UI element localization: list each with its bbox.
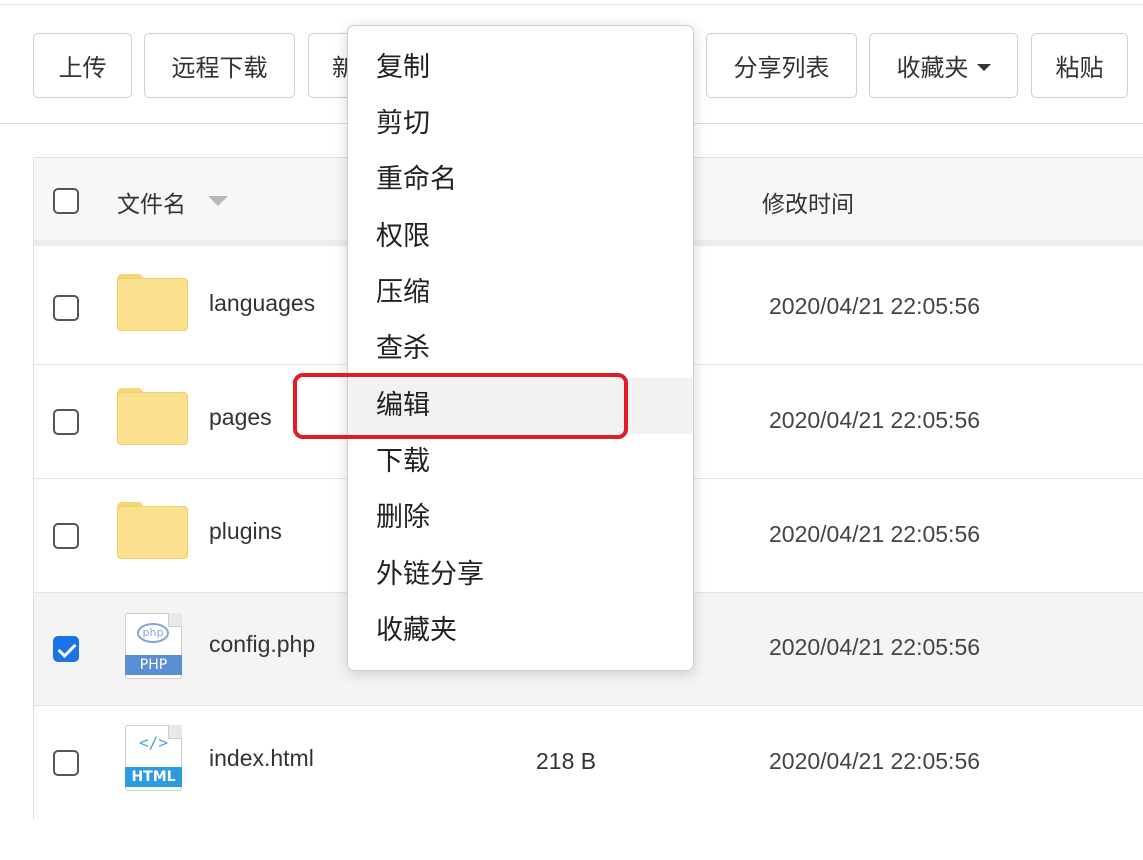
html-file-icon: </> HTML: [125, 725, 182, 791]
folder-icon: [117, 502, 188, 559]
menu-item-delete[interactable]: 删除: [348, 490, 693, 546]
folder-icon: [117, 274, 188, 331]
menu-item-scan[interactable]: 查杀: [348, 321, 693, 377]
modified-time: 2020/04/21 22:05:56: [769, 407, 981, 433]
menu-item-rename[interactable]: 重命名: [348, 152, 693, 208]
favorites-label: 收藏夹: [896, 54, 969, 82]
column-header-name[interactable]: 文件名: [117, 185, 186, 219]
folder-icon: [117, 388, 188, 445]
modified-time: 2020/04/21 22:05:56: [769, 293, 981, 319]
remote-download-button[interactable]: 远程下载: [144, 33, 295, 98]
context-menu: 复制 剪切 重命名 权限 压缩 查杀 编辑 下载 删除 外链分享 收藏夹: [347, 25, 694, 671]
menu-item-copy[interactable]: 复制: [348, 40, 693, 96]
row-checkbox[interactable]: [53, 295, 79, 321]
menu-item-download[interactable]: 下载: [348, 434, 693, 490]
modified-time: 2020/04/21 22:05:56: [769, 748, 981, 774]
menu-item-compress[interactable]: 压缩: [348, 265, 693, 321]
file-name[interactable]: config.php: [209, 631, 315, 658]
menu-item-external-share[interactable]: 外链分享: [348, 547, 693, 603]
select-all-checkbox[interactable]: [53, 188, 79, 214]
menu-item-cut[interactable]: 剪切: [348, 96, 693, 152]
share-list-button[interactable]: 分享列表: [706, 33, 857, 98]
menu-item-favorites[interactable]: 收藏夹: [348, 603, 693, 659]
php-file-icon: php PHP: [125, 613, 182, 679]
file-name[interactable]: plugins: [209, 518, 282, 545]
top-divider: [0, 4, 1143, 5]
table-row[interactable]: </> HTML index.html 218 B 2020/04/21 22:…: [34, 707, 1143, 820]
row-checkbox[interactable]: [53, 750, 79, 776]
file-name[interactable]: pages: [209, 404, 272, 431]
column-header-modified[interactable]: 修改时间: [762, 185, 854, 219]
menu-item-permissions[interactable]: 权限: [348, 209, 693, 265]
paste-button[interactable]: 粘贴: [1031, 33, 1128, 98]
file-size: 218 B: [536, 748, 597, 774]
favorites-dropdown-button[interactable]: 收藏夹: [869, 33, 1018, 98]
edit-highlight-annotation: [293, 373, 628, 439]
upload-button[interactable]: 上传: [33, 33, 132, 98]
row-checkbox[interactable]: [53, 636, 79, 662]
chevron-down-icon: [976, 63, 991, 71]
sort-down-icon[interactable]: [208, 196, 228, 206]
row-checkbox[interactable]: [53, 523, 79, 549]
file-name[interactable]: index.html: [209, 745, 314, 772]
row-checkbox[interactable]: [53, 409, 79, 435]
modified-time: 2020/04/21 22:05:56: [769, 634, 981, 660]
modified-time: 2020/04/21 22:05:56: [769, 521, 981, 547]
file-name[interactable]: languages: [209, 290, 315, 317]
